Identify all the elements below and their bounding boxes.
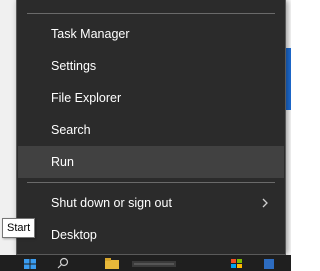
file-explorer-icon[interactable]: [104, 257, 120, 269]
menu-item-label: Task Manager: [51, 27, 130, 41]
menu-item-shut-down[interactable]: Shut down or sign out: [18, 187, 284, 219]
store-icon[interactable]: [230, 257, 244, 269]
menu-item-task-manager[interactable]: Task Manager: [18, 18, 284, 50]
menu-item-run[interactable]: Run: [18, 146, 284, 178]
menu-separator: [27, 13, 275, 14]
quick-link-menu: Task Manager Settings File Explorer Sear…: [16, 0, 286, 255]
menu-item-label: Settings: [51, 59, 97, 73]
menu-item-label: Shut down or sign out: [51, 196, 172, 210]
menu-item-desktop[interactable]: Desktop: [18, 219, 284, 251]
menu-item-label: Desktop: [51, 228, 97, 242]
search-icon[interactable]: [56, 257, 70, 269]
start-tooltip: Start: [2, 218, 36, 238]
chevron-right-icon: [262, 198, 268, 208]
menu-item-file-explorer[interactable]: File Explorer: [18, 82, 284, 114]
menu-item-label: Run: [51, 155, 74, 169]
screen: Task Manager Settings File Explorer Sear…: [0, 0, 291, 271]
start-icon: [24, 259, 36, 269]
taskbar: [0, 255, 291, 271]
start-button[interactable]: [18, 255, 44, 271]
menu-item-search[interactable]: Search: [18, 114, 284, 146]
menu-item-settings[interactable]: Settings: [18, 50, 284, 82]
menu-separator: [27, 182, 275, 183]
desktop-background: [0, 0, 16, 255]
menu-item-label: File Explorer: [51, 91, 122, 105]
menu-item-label: Search: [51, 123, 91, 137]
app-icon[interactable]: [130, 257, 180, 269]
app-icon[interactable]: [262, 257, 276, 269]
